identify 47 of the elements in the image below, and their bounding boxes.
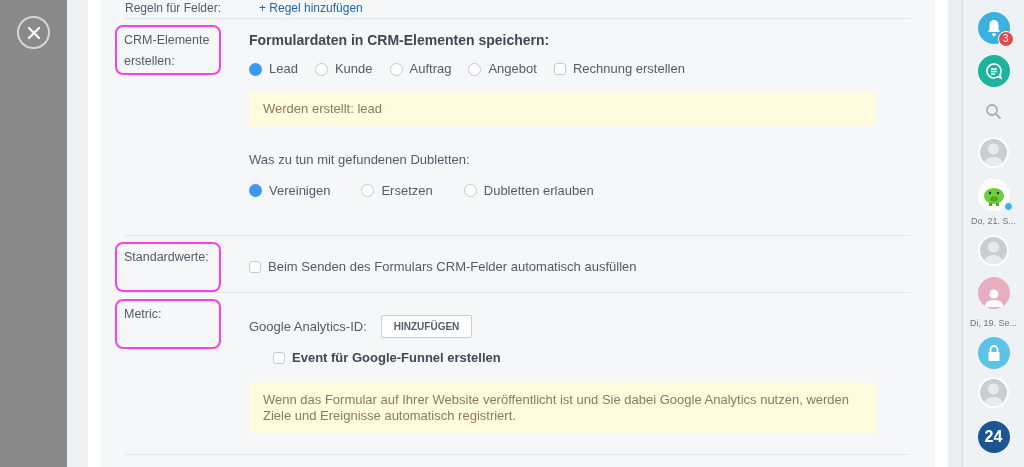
question-text: Was zu tun mit gefundenen Dubletten: xyxy=(249,152,471,168)
checkbox[interactable] xyxy=(553,63,566,75)
radio-button[interactable] xyxy=(314,62,328,76)
checkbox-label: Beim Senden des Formulars CRM-Felder automatisch ausfüllen xyxy=(268,258,637,276)
option-label: Ersetzen xyxy=(381,182,433,200)
chat-bubble-icon xyxy=(984,62,1003,80)
checkbox-label: Event für Google-Funnel erstellen xyxy=(292,349,501,367)
field-label: Regeln für Felder: xyxy=(125,1,223,15)
checkbox[interactable] xyxy=(273,351,285,364)
bell-icon xyxy=(985,19,1002,37)
piggy-bank-avatar[interactable] xyxy=(977,179,1010,211)
radio-button[interactable] xyxy=(249,62,262,76)
radio-button[interactable] xyxy=(468,62,482,76)
option-label: Kunde xyxy=(334,60,373,79)
option-label: Dubletten erlauben xyxy=(483,182,594,200)
user-avatar[interactable] xyxy=(977,277,1010,309)
notification-badge: 3 xyxy=(997,31,1014,47)
checkbox[interactable] xyxy=(249,260,261,273)
add-button[interactable]: HINZUFÜGEN xyxy=(380,315,473,338)
option-label: Auftrag xyxy=(409,60,452,79)
close-button[interactable] xyxy=(17,16,50,49)
radio-button[interactable] xyxy=(361,184,375,198)
option-label: Rechnung erstellen xyxy=(572,60,685,79)
radio-button[interactable] xyxy=(249,184,262,198)
option-label: Lead xyxy=(269,60,298,79)
option-label: Vereinigen xyxy=(269,182,331,200)
notice-banner: Wenn das Formular auf Ihrer Website veröffentlicht ist und Sie dabei Google Analytics nutzen, werden Ziele und Ereignisse automatisch registriert. xyxy=(249,382,875,433)
field-label: Metric: xyxy=(115,299,221,349)
user-avatar[interactable] xyxy=(978,137,1009,168)
field-label: CRM-Elemente erstellen: xyxy=(115,25,221,75)
radio-button[interactable] xyxy=(463,184,477,198)
notice-banner: Werden erstellt: lead xyxy=(249,92,875,126)
lock-button[interactable] xyxy=(977,337,1010,369)
field-label: Standardwerte: xyxy=(115,242,221,292)
user-avatar[interactable] xyxy=(978,235,1009,266)
user-avatar[interactable] xyxy=(978,377,1009,408)
section-heading: Formulardaten in CRM-Elementen speichern: xyxy=(249,32,551,48)
add-rule-link[interactable]: + Regel hinzufügen xyxy=(259,1,363,15)
chat-button[interactable] xyxy=(977,55,1010,87)
field-label: Google Analytics-ID: xyxy=(249,317,367,336)
close-icon xyxy=(26,25,41,40)
date-label: Do, 21. S... xyxy=(971,215,1016,227)
search-icon[interactable] xyxy=(985,103,1002,120)
date-label: Di, 19. Se... xyxy=(970,317,1017,329)
app-button[interactable]: 24 xyxy=(977,421,1010,453)
radio-button[interactable] xyxy=(389,62,403,76)
option-label: Angebot xyxy=(488,60,537,79)
